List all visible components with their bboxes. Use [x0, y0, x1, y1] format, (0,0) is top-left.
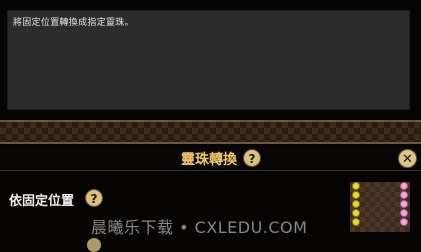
pink-orb-icon — [400, 182, 408, 190]
header-help-icon[interactable]: ? — [243, 149, 261, 167]
pink-orb-icon — [400, 209, 408, 217]
yellow-orb-icon — [352, 218, 360, 226]
dialog-header: 靈珠轉換 ? — [0, 146, 421, 171]
partial-help-icon — [87, 238, 101, 252]
pink-orb-icon — [400, 218, 408, 226]
dialog-title: 靈珠轉換 — [181, 152, 237, 168]
watermark-text: 晨曦乐下载 • CXLEDU.COM — [91, 218, 308, 237]
pink-orb-icon — [400, 191, 408, 199]
yellow-orb-icon — [352, 200, 360, 208]
option-help-icon[interactable]: ? — [85, 189, 103, 207]
yellow-orb-icon — [352, 182, 360, 190]
yellow-orb-icon — [352, 191, 360, 199]
divider-band — [0, 120, 421, 144]
description-text: 將固定位置轉換成指定靈珠。 — [13, 18, 134, 28]
close-button[interactable]: ✕ — [398, 149, 417, 168]
description-panel: 將固定位置轉換成指定靈珠。 — [7, 10, 410, 110]
yellow-orb-icon — [352, 209, 360, 217]
left-orb-column — [352, 182, 360, 226]
right-orb-column — [400, 182, 408, 226]
pink-orb-icon — [400, 200, 408, 208]
orb-grid-preview[interactable] — [350, 182, 410, 232]
fixed-position-label: 依固定位置 — [9, 194, 75, 209]
